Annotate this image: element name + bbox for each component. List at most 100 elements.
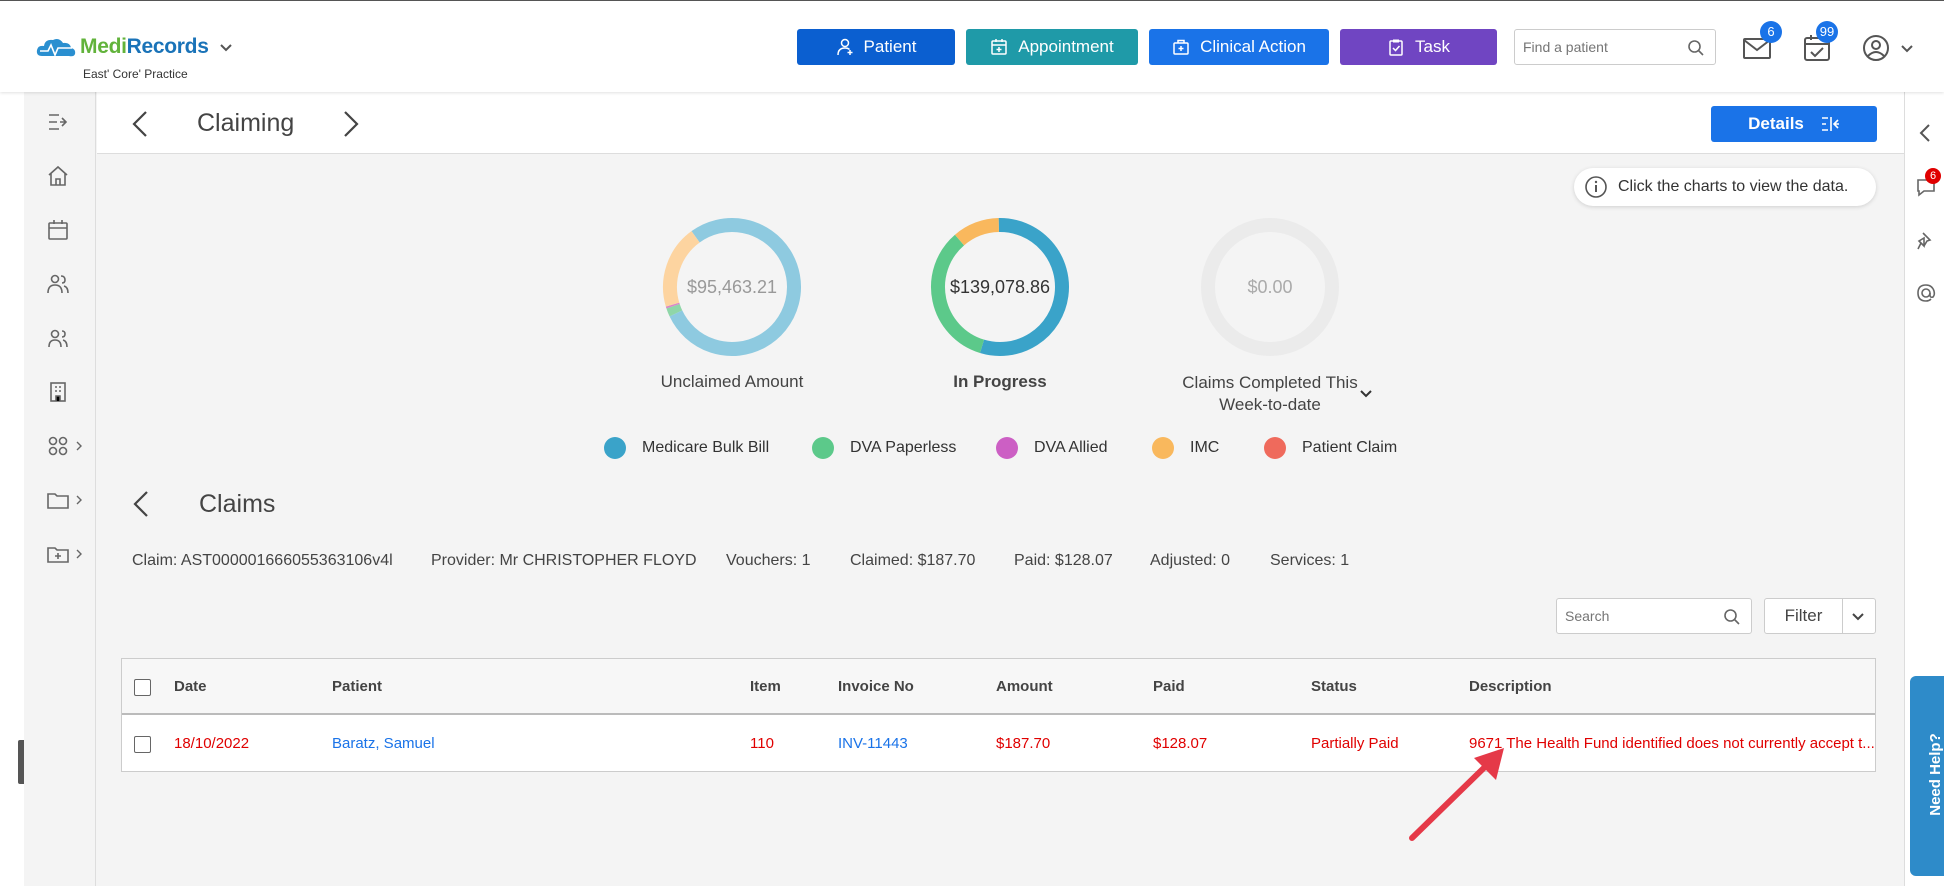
appointment-button-label: Appointment [1018,37,1114,56]
col-date[interactable]: Date [174,678,207,695]
pin-icon[interactable] [1915,230,1937,252]
chevron-down-icon[interactable] [1359,386,1373,400]
col-description[interactable]: Description [1469,678,1552,695]
donut-center-value: $139,078.86 [950,277,1050,297]
select-all-checkbox[interactable] [134,679,151,696]
donut-svg[interactable]: $0.00 [1200,217,1340,357]
calendar-add-icon [991,39,1008,55]
claims-table: Date Patient Item Invoice No Amount Paid… [121,658,1876,772]
clinical-action-button[interactable]: Clinical Action [1149,29,1329,65]
top-bar: MediRecords East' Core' Practice Patient… [0,0,1944,92]
filter-button-label: Filter [1765,599,1843,633]
practice-name: East' Core' Practice [83,67,188,81]
col-paid[interactable]: Paid [1153,678,1185,695]
legend-item-dva-paperless[interactable]: DVA Paperless [812,436,956,460]
patients-icon[interactable] [46,272,70,296]
claim-vouchers: Vouchers: 1 [726,552,811,569]
users-icon[interactable] [46,326,70,350]
chevron-down-icon[interactable] [1900,41,1914,55]
charts-info-tooltip: Click the charts to view the data. [1574,168,1876,206]
calendar-icon[interactable] [46,218,70,242]
legend-dot [812,437,834,459]
claims-back-arrow-icon[interactable] [130,488,152,520]
legend-label: IMC [1190,439,1220,456]
annotation-arrow [1409,748,1504,841]
chevron-right-icon [76,441,82,451]
row-status: Partially Paid [1311,735,1399,752]
charts-info-text: Click the charts to view the data. [1618,178,1849,195]
claim-services: Services: 1 [1270,552,1350,569]
find-patient-input[interactable] [1515,30,1675,64]
in-progress-label: In Progress [953,372,1047,391]
row-checkbox[interactable] [134,736,151,753]
col-invoice-no[interactable]: Invoice No [838,678,914,695]
apps-icon[interactable] [46,434,70,458]
at-mention-icon[interactable] [1915,282,1937,304]
task-button-label: Task [1415,37,1450,56]
donut-slice-imc[interactable] [954,218,1000,246]
col-patient[interactable]: Patient [332,678,382,695]
claim-adjusted: Adjusted: 0 [1150,552,1231,569]
unclaimed-amount-chart[interactable]: $95,463.21 [662,217,802,357]
legend-dot [1152,437,1174,459]
chevron-right-icon [76,549,82,559]
row-paid: $128.07 [1153,735,1208,752]
user-account-icon[interactable] [1861,33,1891,63]
donut-svg[interactable]: $95,463.21 [662,217,802,357]
patient-button[interactable]: Patient [797,29,955,65]
legend-item-patient-claim[interactable]: Patient Claim [1264,436,1397,460]
chevron-right-icon [76,495,82,505]
col-item[interactable]: Item [750,678,781,695]
need-help-tab[interactable]: Need Help? [1910,676,1944,876]
filter-button[interactable]: Filter [1764,598,1876,634]
medical-kit-icon [1173,39,1189,55]
legend-item-medicare-bulk-bill[interactable]: Medicare Bulk Bill [604,436,769,460]
building-icon[interactable] [46,380,70,404]
col-status[interactable]: Status [1311,678,1357,695]
find-patient-search [1514,29,1716,65]
app-logo[interactable]: MediRecords [36,35,233,59]
brand-records: Records [126,35,209,58]
sidebar [24,92,96,886]
unclaimed-amount-label: Unclaimed Amount [660,372,804,391]
claims-completed-chart[interactable]: $0.00 [1200,217,1340,357]
legend-dot [996,437,1018,459]
claims-search-input[interactable] [1557,599,1717,633]
chevron-down-icon[interactable] [219,40,233,54]
page-header: Claiming Details [97,92,1904,154]
forward-arrow-icon[interactable] [340,108,362,140]
search-icon[interactable] [1687,39,1705,57]
search-icon[interactable] [1723,608,1741,626]
claims-title: Claims [199,490,276,518]
donut-svg[interactable]: $139,078.86 [930,217,1070,357]
row-amount: $187.70 [996,735,1051,752]
row-item: 110 [750,735,774,752]
collapse-panel-icon [1821,117,1839,131]
legend-item-imc[interactable]: IMC [1152,436,1219,460]
brand-medi: Medi [80,35,127,58]
row-invoice-link[interactable]: INV-11443 [838,735,908,752]
task-button[interactable]: Task [1340,29,1497,65]
details-button[interactable]: Details [1711,106,1877,142]
details-button-label: Details [1748,114,1804,133]
col-amount[interactable]: Amount [996,678,1053,695]
clinical-action-button-label: Clinical Action [1200,37,1306,56]
back-arrow-icon[interactable] [129,108,151,140]
row-patient-link[interactable]: Baratz, Samuel [332,735,435,752]
table-header: Date Patient Item Invoice No Amount Paid… [122,659,1875,715]
chevron-down-icon[interactable] [1851,610,1865,624]
claim-id: Claim: AST000001666055363106v4l [132,552,393,569]
expand-menu-icon[interactable] [46,110,70,134]
home-icon[interactable] [46,164,70,188]
appointment-button[interactable]: Appointment [966,29,1138,65]
folder-add-icon[interactable] [46,542,70,566]
row-description: 9671 The Health Fund identified does not… [1469,735,1875,752]
legend-item-dva-allied[interactable]: DVA Allied [996,436,1108,460]
clipboard-check-icon [1389,39,1403,56]
in-progress-chart[interactable]: $139,078.86 [930,217,1070,357]
donut-slice-dva-paperless[interactable] [666,303,683,317]
info-icon [1585,176,1607,198]
folder-icon[interactable] [46,488,70,512]
chevron-left-icon[interactable] [1915,122,1937,144]
page-title: Claiming [197,109,295,137]
